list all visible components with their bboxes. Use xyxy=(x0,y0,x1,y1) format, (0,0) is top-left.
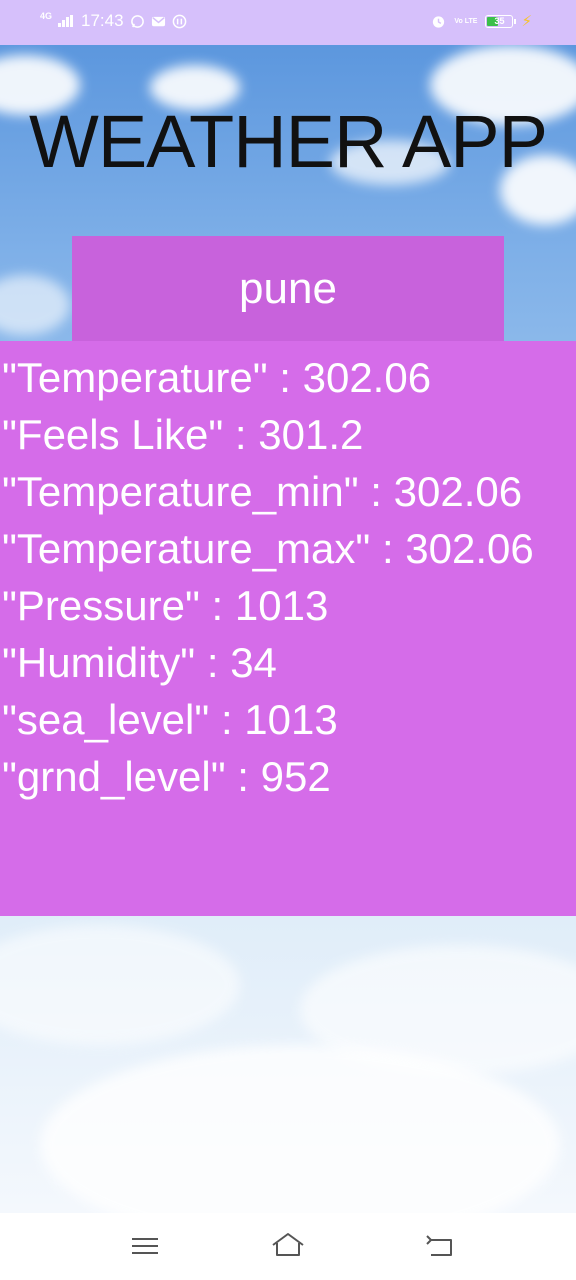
pressure-line: "Pressure" : 1013 xyxy=(2,582,329,629)
status-right: Vo LTE 35 ⚡ xyxy=(431,12,532,30)
temperature-min-line: "Temperature_min" : 302.06 xyxy=(2,468,523,515)
app-notification-icon xyxy=(172,14,186,28)
navigation-bar xyxy=(0,1213,576,1280)
charging-icon: ⚡ xyxy=(521,13,532,30)
signal-icon xyxy=(58,15,74,27)
network-type: 4G xyxy=(40,10,53,21)
sea-level-line: "sea_level" : 1013 xyxy=(2,696,338,743)
city-display[interactable]: pune xyxy=(72,236,504,341)
volte-indicator: Vo LTE xyxy=(454,17,478,25)
humidity-line: "Humidity" : 34 xyxy=(2,639,277,686)
menu-icon[interactable] xyxy=(128,1231,162,1261)
whatsapp-icon xyxy=(130,14,144,28)
sky-background: WEATHER APP pune "Temperature" : 302.06 … xyxy=(0,45,576,1213)
weather-info-panel: "Temperature" : 302.06 "Feels Like" : 30… xyxy=(0,341,576,916)
temperature-line: "Temperature" : 302.06 xyxy=(2,354,432,401)
mail-icon xyxy=(151,16,165,26)
feels-like-line: "Feels Like" : 301.2 xyxy=(2,411,364,458)
battery-icon: 35 xyxy=(485,14,517,28)
clock: 17:43 xyxy=(81,11,124,30)
back-icon[interactable] xyxy=(423,1231,457,1261)
status-bar: 4G 17:43 Vo LTE 35 ⚡ xyxy=(0,0,576,45)
battery-level: 35 xyxy=(494,16,505,26)
ground-level-line: "grnd_level" : 952 xyxy=(2,753,331,800)
alarm-icon xyxy=(433,15,445,28)
status-left: 4G 17:43 xyxy=(40,11,187,31)
city-name: pune xyxy=(239,263,337,313)
app-title: WEATHER APP xyxy=(28,100,548,183)
home-icon[interactable] xyxy=(271,1231,305,1261)
temperature-max-line: "Temperature_max" : 302.06 xyxy=(2,525,534,572)
